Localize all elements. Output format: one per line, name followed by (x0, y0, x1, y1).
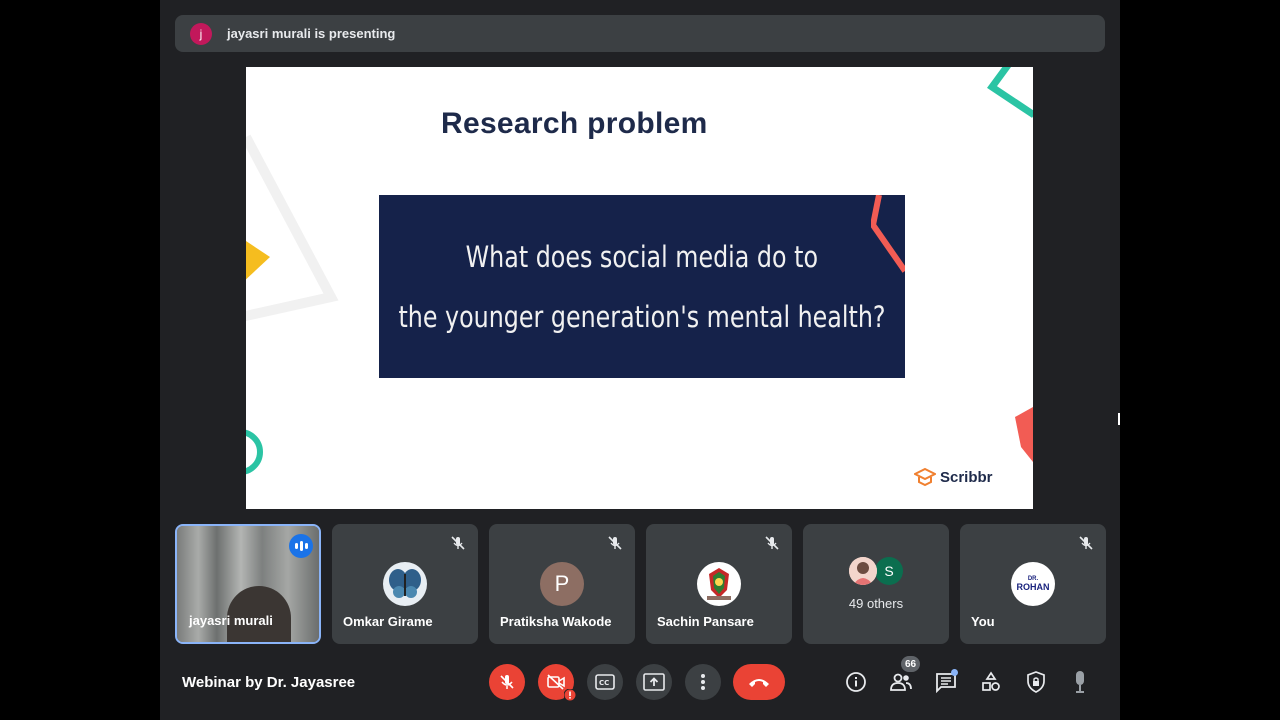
meeting-details-button[interactable] (844, 670, 868, 694)
butterfly-icon (383, 562, 427, 606)
letterbox-right (1120, 0, 1280, 720)
dr-rohan-logo-icon: DR. ROHAN (1011, 562, 1055, 606)
captions-button[interactable]: CC (587, 664, 623, 700)
participant-photo-avatar (849, 557, 877, 585)
leave-call-button[interactable] (733, 664, 785, 700)
people-icon (890, 673, 912, 691)
others-avatar-stack: S (849, 557, 903, 585)
mouse-cursor (1118, 413, 1120, 425)
more-options-icon (701, 674, 705, 690)
mic-off-icon (608, 536, 622, 550)
meeting-title: Webinar by Dr. Jayasree (182, 674, 356, 691)
teal-corner-shape (987, 67, 1033, 118)
end-call-icon (749, 679, 769, 687)
emblem-icon (697, 562, 741, 606)
participant-name: Sachin Pansare (657, 614, 754, 629)
graduation-cap-icon (914, 467, 936, 487)
speaking-indicator-icon (289, 534, 313, 558)
microphone-settings-button[interactable] (1068, 670, 1092, 694)
participant-tile-sachin[interactable]: Sachin Pansare (646, 524, 792, 644)
host-controls-button[interactable] (1024, 670, 1048, 694)
microphone-icon (1076, 671, 1084, 693)
faint-square-shape (246, 134, 339, 322)
participant-name: Pratiksha Wakode (500, 614, 612, 629)
question-banner: What does social media do to the younger… (379, 195, 905, 378)
participant-initial-avatar: S (875, 557, 903, 585)
participant-tile-others[interactable]: S 49 others (803, 524, 949, 644)
presenting-banner: j jayasri murali is presenting (175, 15, 1105, 52)
red-accent-shape (871, 195, 905, 273)
meet-window: j jayasri murali is presenting Research … (160, 0, 1120, 720)
mic-off-icon (451, 536, 465, 550)
logo-text-main: ROHAN (1016, 582, 1050, 592)
teal-ring-shape (246, 429, 263, 475)
others-count-label: 49 others (848, 596, 904, 611)
participant-tile-omkar[interactable]: Omkar Girame (332, 524, 478, 644)
svg-text:CC: CC (599, 679, 609, 687)
letterbox-left (0, 0, 160, 720)
mic-off-icon (500, 675, 514, 689)
participant-name: Omkar Girame (343, 614, 433, 629)
participant-tile-you[interactable]: DR. ROHAN You (960, 524, 1106, 644)
mic-off-icon (765, 536, 779, 550)
participant-tile-pratiksha[interactable]: P Pratiksha Wakode (489, 524, 635, 644)
captions-icon: CC (595, 674, 615, 690)
participant-name: You (971, 614, 995, 629)
shield-lock-icon (1027, 671, 1045, 693)
mic-off-icon (1079, 536, 1093, 550)
question-line-1: What does social media do to (465, 239, 819, 274)
camera-off-icon (547, 674, 565, 690)
red-corner-shape (1015, 407, 1033, 462)
people-button[interactable] (889, 670, 913, 694)
scribbr-brand-text: Scribbr (940, 468, 993, 486)
camera-toggle-button[interactable] (538, 664, 576, 701)
activities-icon (982, 671, 1000, 691)
participant-tile-jayasri[interactable]: jayasri murali (175, 524, 321, 644)
activities-button[interactable] (979, 670, 1003, 694)
shared-screen: Research problem What does social media … (246, 67, 1033, 509)
participant-count-badge: 66 (901, 656, 921, 672)
info-icon (846, 672, 866, 692)
mic-toggle-button[interactable] (489, 664, 525, 700)
warning-badge-icon (564, 689, 576, 701)
participant-initial-avatar: P (540, 562, 584, 606)
slide-title: Research problem (441, 107, 708, 140)
question-line-2: the younger generation's mental health? (398, 299, 886, 334)
participant-name: jayasri murali (189, 613, 273, 628)
present-screen-icon (643, 673, 665, 691)
present-now-button[interactable] (636, 664, 672, 700)
scribbr-logo: Scribbr (914, 467, 993, 487)
presenting-text: jayasri murali is presenting (227, 26, 396, 41)
presenter-avatar: j (190, 22, 212, 45)
more-options-button[interactable] (685, 664, 721, 700)
chat-unread-dot (951, 669, 958, 676)
